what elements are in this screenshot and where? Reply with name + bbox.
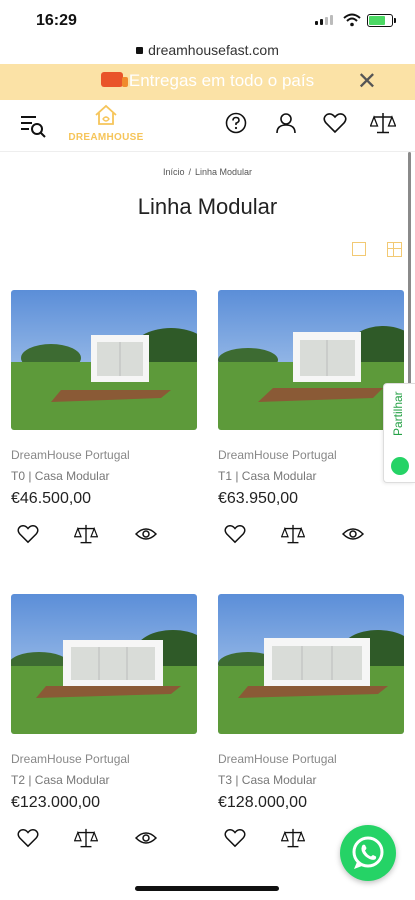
battery-icon xyxy=(367,14,396,27)
promo-close-button[interactable]: ✕ xyxy=(357,67,377,96)
product-price: €128.000,00 xyxy=(218,794,307,811)
grid-view-icon[interactable] xyxy=(387,242,402,257)
status-bar: 16:29 xyxy=(0,0,415,40)
heart-icon[interactable] xyxy=(323,112,347,134)
product-image[interactable] xyxy=(218,594,404,734)
compare-scale-icon[interactable] xyxy=(74,524,98,544)
product-brand[interactable]: DreamHouse Portugal xyxy=(218,752,404,766)
wishlist-heart-icon[interactable] xyxy=(224,828,246,848)
product-card[interactable]: DreamHouse Portugal T1 | Casa Modular €6… xyxy=(218,290,404,550)
product-name[interactable]: T0 | Casa Modular xyxy=(11,469,197,483)
quick-view-eye-icon[interactable] xyxy=(135,830,157,846)
url-bar[interactable]: dreamhousefast.com xyxy=(0,42,415,58)
page-title: Linha Modular xyxy=(137,194,278,219)
site-header: DREAMHOUSE xyxy=(0,100,415,152)
compare-scale-icon[interactable] xyxy=(74,828,98,848)
home-indicator[interactable] xyxy=(135,886,279,891)
lock-icon xyxy=(136,47,144,54)
product-brand[interactable]: DreamHouse Portugal xyxy=(11,752,197,766)
compare-scale-icon[interactable] xyxy=(281,828,305,848)
whatsapp-chat-button[interactable] xyxy=(340,825,396,881)
single-column-view-icon[interactable] xyxy=(352,242,366,256)
wishlist-heart-icon[interactable] xyxy=(224,524,246,544)
promo-text: Entregas em todo o país xyxy=(128,71,315,90)
product-name[interactable]: T1 | Casa Modular xyxy=(218,469,404,483)
url-text: dreamhousefast.com xyxy=(148,42,279,58)
product-actions xyxy=(11,828,197,854)
share-tab[interactable]: Partilhar xyxy=(383,383,415,483)
compare-scale-icon[interactable] xyxy=(281,524,305,544)
scale-icon[interactable] xyxy=(370,112,396,134)
product-actions xyxy=(11,524,197,550)
signal-icon xyxy=(315,15,333,25)
share-label: Partilhar xyxy=(391,391,405,436)
status-time: 16:29 xyxy=(36,12,77,29)
breadcrumb-current: Linha Modular xyxy=(194,167,253,177)
question-icon[interactable] xyxy=(225,112,247,134)
logo[interactable]: DREAMHOUSE xyxy=(64,104,148,143)
product-brand[interactable]: DreamHouse Portugal xyxy=(11,448,197,462)
whatsapp-icon xyxy=(352,836,384,869)
truck-icon xyxy=(100,72,128,87)
scrollbar[interactable] xyxy=(408,152,411,387)
wishlist-heart-icon[interactable] xyxy=(17,524,39,544)
product-image[interactable] xyxy=(218,290,404,430)
promo-banner: Entregas em todo o país ✕ xyxy=(0,64,415,100)
menu-search-icon[interactable] xyxy=(20,113,46,139)
logo-house-icon xyxy=(95,104,117,125)
user-icon[interactable] xyxy=(275,112,297,134)
logo-text: DREAMHOUSE xyxy=(68,132,144,143)
whatsapp-small-icon xyxy=(391,457,409,475)
product-price: €63.950,00 xyxy=(218,490,299,507)
product-card[interactable]: DreamHouse Portugal T3 | Casa Modular €1… xyxy=(218,594,404,854)
product-image[interactable] xyxy=(11,594,197,734)
quick-view-eye-icon[interactable] xyxy=(135,526,157,542)
product-card[interactable]: DreamHouse Portugal T2 | Casa Modular €1… xyxy=(11,594,197,854)
product-card[interactable]: DreamHouse Portugal T0 | Casa Modular €4… xyxy=(11,290,197,550)
product-name[interactable]: T2 | Casa Modular xyxy=(11,773,197,787)
product-price: €46.500,00 xyxy=(11,490,92,507)
product-image[interactable] xyxy=(11,290,197,430)
product-price: €123.000,00 xyxy=(11,794,100,811)
breadcrumb: Início / Linha Modular xyxy=(0,167,415,177)
wifi-icon xyxy=(343,13,361,27)
product-name[interactable]: T3 | Casa Modular xyxy=(218,773,404,787)
breadcrumb-home[interactable]: Início xyxy=(163,167,185,177)
quick-view-eye-icon[interactable] xyxy=(342,526,364,542)
breadcrumb-separator: / xyxy=(188,167,191,177)
product-brand[interactable]: DreamHouse Portugal xyxy=(218,448,404,462)
wishlist-heart-icon[interactable] xyxy=(17,828,39,848)
product-actions xyxy=(218,524,404,550)
